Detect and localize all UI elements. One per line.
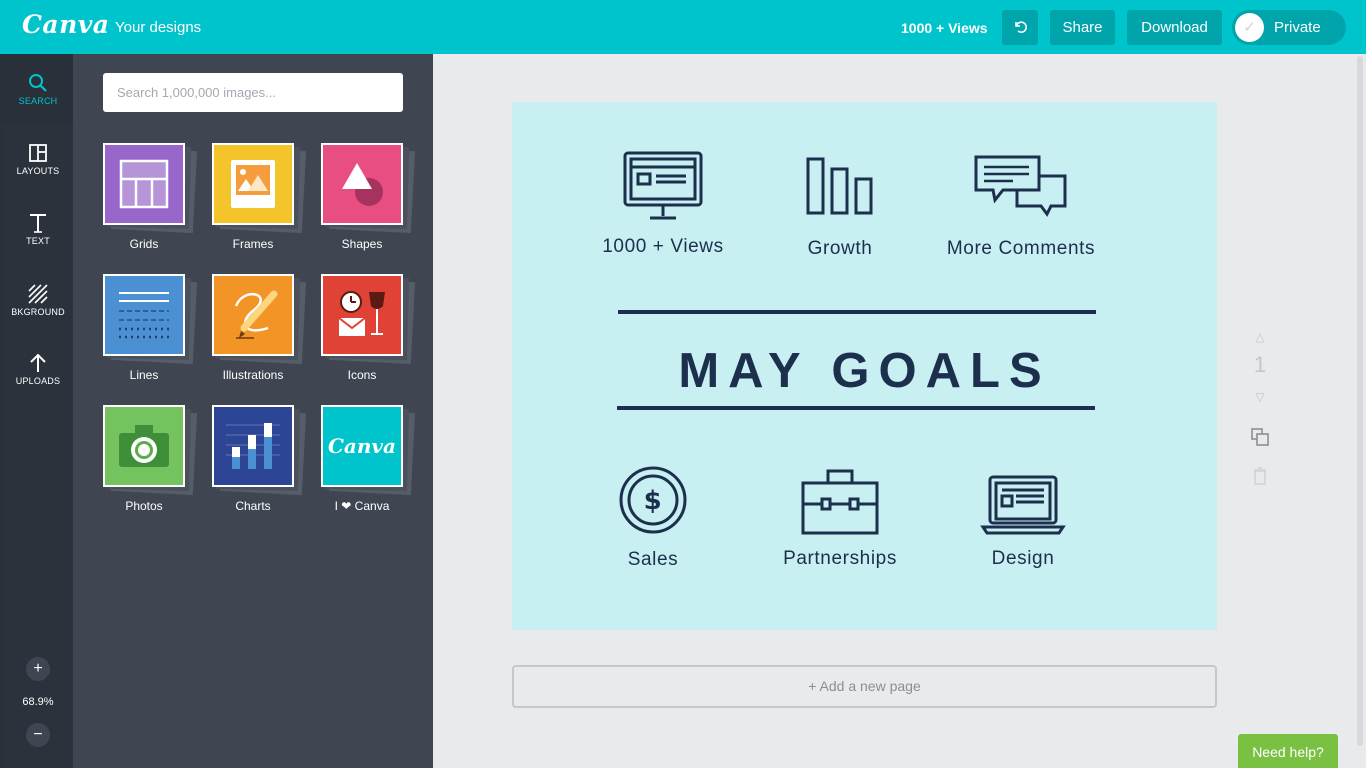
tile-label: Frames — [232, 237, 274, 251]
tile-label: Charts — [235, 499, 271, 513]
tile-label: Shapes — [341, 237, 383, 251]
feature-label: 1000 + Views — [602, 236, 724, 257]
feature-partnerships[interactable]: Partnerships — [770, 468, 910, 570]
laptop-icon — [980, 475, 1066, 535]
bar-chart-icon — [806, 157, 873, 215]
tile-label: I ❤ Canva — [334, 499, 390, 513]
chat-bubbles-icon — [974, 155, 1067, 217]
rail-label: BKGROUND — [11, 307, 65, 317]
shapes-thumbnail — [321, 143, 403, 225]
monitor-icon — [623, 151, 703, 220]
svg-text:$: $ — [644, 486, 663, 516]
add-page-button[interactable]: + Add a new page — [512, 665, 1217, 708]
private-toggle[interactable]: ✓ Private — [1232, 10, 1346, 45]
zoom-level: 68.9% — [22, 696, 54, 708]
canva-logo-text: Canva — [328, 434, 396, 458]
feature-label: More Comments — [946, 238, 1096, 259]
undo-button[interactable] — [1002, 10, 1038, 45]
headline-rule-bottom — [617, 406, 1095, 410]
undo-icon — [1015, 21, 1027, 33]
page-number: 1 — [1253, 352, 1267, 377]
rail-label: LAYOUTS — [16, 166, 60, 176]
canvas-scrollbar[interactable] — [1357, 56, 1363, 746]
tile-label: Photos — [125, 499, 163, 513]
your-designs-link[interactable]: Your designs — [115, 19, 201, 36]
upload-icon — [3, 350, 73, 376]
illustration-thumbnail — [212, 274, 294, 356]
share-button[interactable]: Share — [1050, 10, 1115, 45]
top-bar: Canva Your designs 1000 + Views Share Do… — [0, 0, 1366, 54]
tile-label: Illustrations — [222, 368, 284, 382]
tile-label: Lines — [129, 368, 159, 382]
rail-label: SEARCH — [18, 96, 58, 106]
rail-item-background[interactable]: BKGROUND — [3, 281, 73, 317]
feature-design[interactable]: Design — [973, 474, 1073, 570]
feature-views[interactable]: 1000 + Views — [593, 150, 733, 258]
rail-item-layouts[interactable]: LAYOUTS — [3, 140, 73, 176]
rail-item-text[interactable]: TEXT — [3, 210, 73, 246]
dollar-coin-icon: $ — [619, 466, 687, 534]
feature-label: Sales — [627, 549, 679, 570]
zoom-out-button[interactable]: − — [26, 723, 50, 747]
tile-label: Icons — [347, 368, 377, 382]
feature-label: Partnerships — [783, 548, 897, 569]
move-page-down-icon[interactable]: ▽ — [1250, 390, 1270, 404]
feature-growth[interactable]: Growth — [785, 156, 895, 260]
headline-rule-top — [618, 310, 1096, 314]
feature-label: Design — [991, 548, 1055, 569]
frame-thumbnail — [212, 143, 294, 225]
download-button[interactable]: Download — [1127, 10, 1222, 45]
background-icon — [3, 281, 73, 307]
rail-label: TEXT — [26, 236, 50, 246]
canva-logo[interactable]: Canva — [22, 10, 110, 39]
text-icon — [3, 210, 73, 236]
feature-sales[interactable]: $ Sales — [603, 465, 703, 571]
move-page-up-icon[interactable]: △ — [1250, 330, 1270, 344]
briefcase-icon — [801, 469, 879, 535]
need-help-button[interactable]: Need help? — [1238, 734, 1338, 768]
canva-logo-thumbnail: Canva — [321, 405, 403, 487]
tile-label: Grids — [129, 237, 159, 251]
duplicate-page-icon[interactable] — [1249, 427, 1271, 452]
feature-label: Growth — [807, 238, 873, 259]
grid-thumbnail — [103, 143, 185, 225]
lines-thumbnail — [103, 274, 185, 356]
feature-comments[interactable]: More Comments — [936, 154, 1106, 260]
rail-label: UPLOADS — [15, 376, 61, 386]
icons-thumbnail — [321, 274, 403, 356]
checkmark-icon: ✓ — [1235, 13, 1264, 42]
delete-page-icon[interactable] — [1251, 467, 1269, 490]
rail-item-uploads[interactable]: UPLOADS — [3, 350, 73, 386]
rail-item-search[interactable]: SEARCH — [3, 70, 73, 106]
document-title[interactable]: 1000 + Views — [901, 20, 988, 36]
chart-thumbnail — [212, 405, 294, 487]
layouts-icon — [3, 140, 73, 166]
image-search-input[interactable] — [103, 73, 403, 112]
camera-thumbnail — [103, 405, 185, 487]
headline[interactable]: MAY GOALS — [512, 343, 1217, 399]
search-icon — [3, 70, 73, 96]
private-label: Private — [1274, 19, 1321, 36]
zoom-in-button[interactable]: + — [26, 657, 50, 681]
